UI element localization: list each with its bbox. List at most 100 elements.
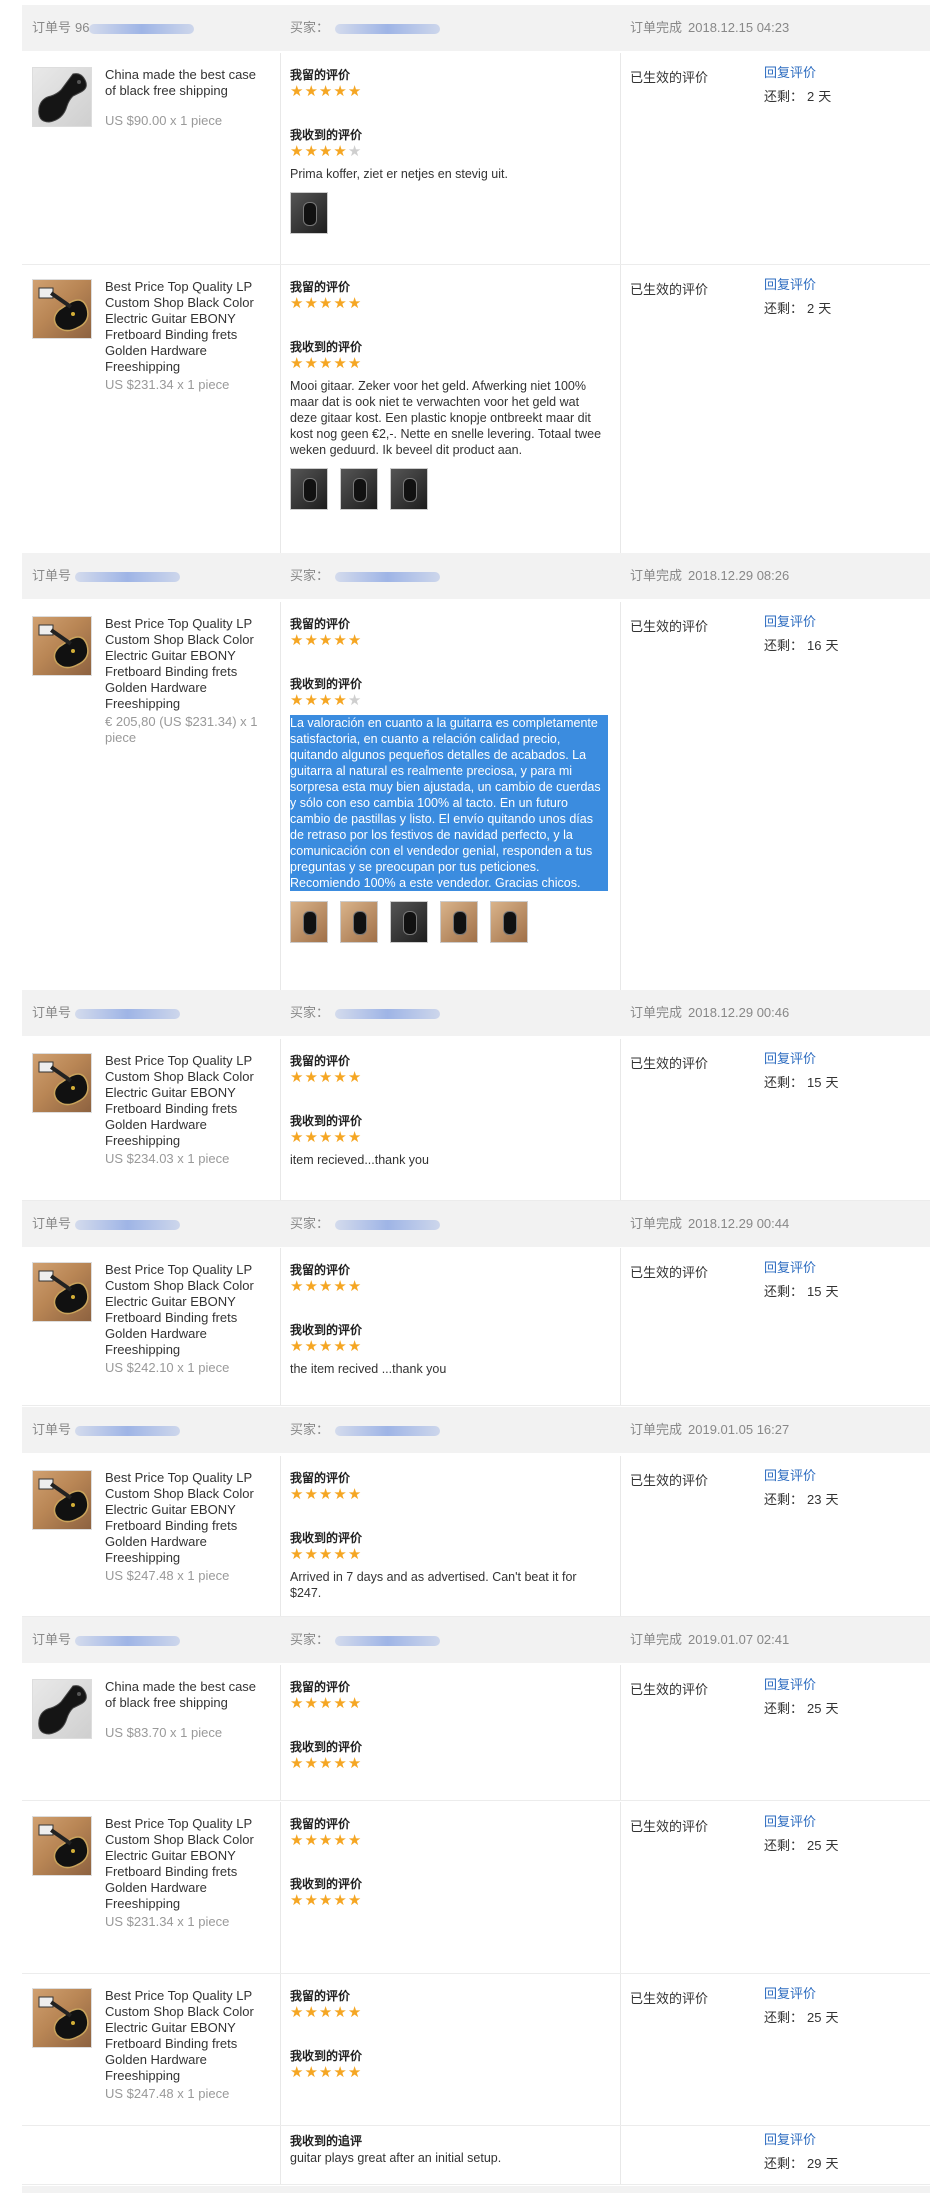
reply-review-link[interactable]: 回复评价 (764, 2128, 839, 2152)
product-title[interactable]: Best Price Top Quality LP Custom Shop Bl… (105, 1262, 270, 1358)
days-remaining-unit: 天 (825, 2010, 839, 2025)
product-title[interactable]: Best Price Top Quality LP Custom Shop Bl… (105, 1053, 270, 1149)
column-divider (620, 1248, 621, 1405)
star-filled-icon: ★ (304, 143, 319, 160)
product-image-case[interactable] (32, 67, 92, 127)
product-image-guitar[interactable] (32, 1816, 92, 1876)
order-number-label: 订单号 (32, 568, 72, 583)
order-complete: 订单完成 2018.12.29 08:26 (630, 553, 789, 599)
product-title[interactable]: Best Price Top Quality LP Custom Shop Bl… (105, 1988, 270, 2084)
review-photo-thumbnail[interactable] (290, 192, 328, 234)
received-rating-stars: ★★★★★ (290, 1338, 610, 1358)
review-comment: the item recived ...thank you (290, 1362, 447, 1376)
star-filled-icon: ★ (304, 1278, 319, 1295)
guitar-case-photo (38, 73, 87, 123)
star-filled-icon: ★ (333, 1486, 348, 1503)
days-remaining-value: 2 (807, 89, 815, 104)
product-image-guitar[interactable] (32, 1470, 92, 1530)
my-rating-stars: ★★★★★ (290, 1069, 610, 1089)
star-filled-icon: ★ (304, 1695, 319, 1712)
review-photo-thumbnail[interactable] (340, 901, 378, 943)
star-filled-icon: ★ (318, 1069, 334, 1086)
reply-review-link[interactable]: 回复评价 (764, 1673, 839, 1697)
star-filled-icon: ★ (290, 692, 305, 709)
reply-review-link[interactable]: 回复评价 (764, 1464, 839, 1488)
star-filled-icon: ★ (290, 1892, 305, 1909)
reply-review-link[interactable]: 回复评价 (764, 1047, 839, 1071)
star-filled-icon: ★ (290, 1069, 305, 1086)
days-remaining-value: 23 (807, 1492, 822, 1507)
my-rating-stars: ★★★★★ (290, 1695, 610, 1715)
star-filled-icon: ★ (318, 83, 334, 100)
reply-review-link[interactable]: 回复评价 (764, 610, 839, 634)
review-photo-thumbnail[interactable] (490, 901, 528, 943)
column-divider (280, 1802, 281, 1973)
days-remaining: 还剩： 16 天 (764, 634, 839, 658)
reply-review-link[interactable]: 回复评价 (764, 1810, 839, 1834)
review-photo-thumbnail[interactable] (390, 468, 428, 510)
review-photo-thumbnail[interactable] (290, 901, 328, 943)
review-status: 已生效的评价 (630, 1991, 709, 2006)
guitar-photo (38, 1824, 89, 1869)
reply-review-link[interactable]: 回复评价 (764, 1982, 839, 2006)
review-photo-thumbnail[interactable] (340, 468, 378, 510)
reply-review-link[interactable]: 回复评价 (764, 273, 831, 297)
star-filled-icon: ★ (318, 2064, 334, 2081)
product-image-guitar[interactable] (32, 1988, 92, 2048)
review-actions: 回复评价 还剩： 15 天 (764, 1256, 839, 1304)
product-title[interactable]: China made the best case of black free s… (105, 1679, 270, 1711)
product-title[interactable]: Best Price Top Quality LP Custom Shop Bl… (105, 1470, 270, 1566)
star-filled-icon: ★ (290, 143, 305, 160)
product-image-guitar[interactable] (32, 279, 92, 339)
product-title[interactable]: Best Price Top Quality LP Custom Shop Bl… (105, 1816, 270, 1912)
product-title[interactable]: Best Price Top Quality LP Custom Shop Bl… (105, 616, 270, 712)
star-filled-icon: ★ (290, 1486, 305, 1503)
product-title[interactable]: China made the best case of black free s… (105, 67, 270, 99)
buyer: 买家： (290, 1407, 441, 1453)
received-review-label: 我收到的评价 (290, 1114, 363, 1128)
star-filled-icon: ★ (290, 1338, 305, 1355)
my-review-label: 我留的评价 (290, 1989, 351, 2003)
guitar-photo (38, 1061, 89, 1106)
order-number-value: 96 (75, 20, 90, 35)
order-number-label: 订单号 (32, 1422, 72, 1437)
review-comment: Arrived in 7 days and as advertised. Can… (290, 1570, 577, 1600)
column-divider (620, 1665, 621, 1800)
star-filled-icon: ★ (290, 632, 305, 649)
product-image-guitar[interactable] (32, 616, 92, 676)
review-status: 已生效的评价 (630, 1682, 709, 1697)
review-actions: 回复评价 还剩： 16 天 (764, 610, 839, 658)
order-header: 订单号 96 买家： 订单完成 2018.12.15 04:23 (22, 5, 930, 51)
review-photo-thumbnail[interactable] (390, 901, 428, 943)
days-remaining-unit: 天 (818, 89, 832, 104)
star-filled-icon: ★ (290, 295, 305, 312)
review-photo-thumbnail[interactable] (440, 901, 478, 943)
product-image-case[interactable] (32, 1679, 92, 1739)
days-remaining-label: 还剩： (764, 638, 804, 653)
buyer-name-redacted (335, 571, 441, 582)
my-rating-stars: ★★★★★ (290, 632, 610, 652)
guitar-photo (38, 624, 89, 669)
review-comment: Mooi gitaar. Zeker voor het geld. Afwerk… (290, 379, 602, 457)
product-image-guitar[interactable] (32, 1053, 92, 1113)
product-image-guitar[interactable] (32, 1262, 92, 1322)
reply-review-link[interactable]: 回复评价 (764, 61, 831, 85)
review-photos (290, 468, 610, 510)
star-filled-icon: ★ (290, 355, 305, 372)
star-filled-icon: ★ (290, 2064, 305, 2081)
buyer: 买家： (290, 990, 441, 1036)
star-filled-icon: ★ (290, 2004, 305, 2021)
review-photos (290, 192, 610, 234)
reply-review-link[interactable]: 回复评价 (764, 1256, 839, 1280)
star-filled-icon: ★ (290, 1832, 305, 1849)
product-title[interactable]: Best Price Top Quality LP Custom Shop Bl… (105, 279, 270, 375)
order-number: 订单号 (32, 990, 181, 1036)
star-filled-icon: ★ (304, 1546, 319, 1563)
review-photo-thumbnail[interactable] (290, 468, 328, 510)
buyer-name-redacted (335, 23, 441, 34)
star-filled-icon: ★ (333, 1755, 348, 1772)
star-filled-icon: ★ (304, 1892, 319, 1909)
